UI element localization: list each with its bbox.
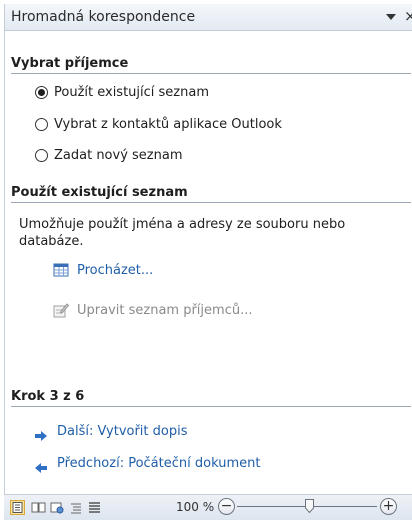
radio-use-existing-list[interactable]: Použít existující seznam xyxy=(35,82,209,102)
zoom-in-button[interactable]: + xyxy=(380,498,397,515)
web-layout-view-icon[interactable] xyxy=(49,500,64,515)
close-icon[interactable]: × xyxy=(404,7,412,25)
arrow-right-icon xyxy=(35,426,47,441)
arrow-left-icon xyxy=(35,458,47,473)
edit-list-icon xyxy=(53,302,70,318)
section-heading-use-existing: Použít existující seznam xyxy=(11,185,411,203)
mail-merge-pane: Hromadná korespondence × Vybrat příjemce… xyxy=(4,4,412,519)
zoom-out-button[interactable]: − xyxy=(218,498,235,515)
edit-recipient-list-label[interactable]: Upravit seznam příjemců... xyxy=(77,303,252,318)
previous-step-link[interactable]: Předchozí: Počáteční dokument xyxy=(35,454,260,473)
pane-title: Hromadná korespondence xyxy=(11,9,196,25)
section-description: Umožňuje použít jména a adresy ze soubor… xyxy=(19,217,346,249)
radio-button[interactable] xyxy=(35,85,48,99)
radio-button[interactable] xyxy=(35,117,48,131)
radio-label: Zadat nový seznam xyxy=(54,147,183,163)
outline-view-icon[interactable] xyxy=(68,500,83,515)
next-step-link[interactable]: Další: Vytvořit dopis xyxy=(35,422,188,441)
edit-recipient-list-link[interactable]: Upravit seznam příjemců... xyxy=(53,300,252,320)
browse-label[interactable]: Procházet... xyxy=(77,263,153,278)
triangle-down-icon[interactable] xyxy=(385,11,397,23)
radio-label: Použít existující seznam xyxy=(54,84,209,100)
pane-header: Hromadná korespondence × xyxy=(5,4,412,31)
zoom-slider-thumb[interactable] xyxy=(305,499,314,513)
zoom-level[interactable]: 100 % xyxy=(176,500,214,514)
radio-button[interactable] xyxy=(35,148,48,162)
section-heading-select-recipients: Vybrat příjemce xyxy=(11,56,411,74)
previous-step-label[interactable]: Předchozí: Počáteční dokument xyxy=(57,456,260,471)
status-bar: 100 % − + xyxy=(4,494,412,520)
draft-view-icon[interactable] xyxy=(87,500,102,515)
minus-icon: − xyxy=(220,498,233,514)
full-screen-reading-view-icon[interactable] xyxy=(31,500,46,515)
radio-new-list[interactable]: Zadat nový seznam xyxy=(35,145,183,165)
plus-icon: + xyxy=(382,498,395,514)
next-step-label[interactable]: Další: Vytvořit dopis xyxy=(57,424,188,439)
browse-link[interactable]: Procházet... xyxy=(53,260,153,280)
step-heading: Krok 3 z 6 xyxy=(11,389,411,407)
radio-outlook-contacts[interactable]: Vybrat z kontaktů aplikace Outlook xyxy=(35,114,282,134)
radio-label: Vybrat z kontaktů aplikace Outlook xyxy=(54,116,282,132)
table-icon xyxy=(53,262,69,278)
print-layout-view-icon[interactable] xyxy=(10,500,25,515)
